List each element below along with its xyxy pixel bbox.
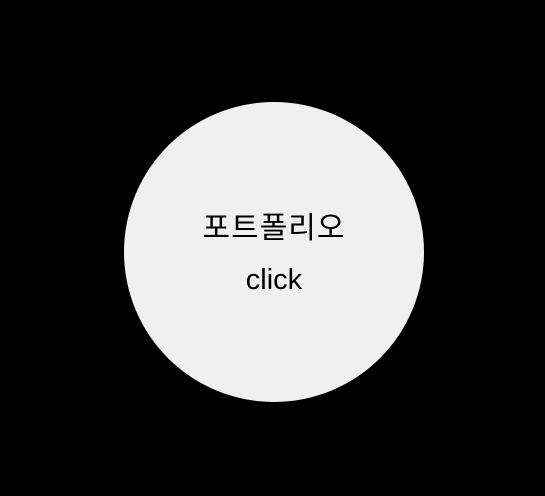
portfolio-title: 포트폴리오 (202, 211, 346, 246)
page-background: 포트폴리오 click (0, 0, 545, 496)
portfolio-button[interactable]: 포트폴리오 click (124, 102, 424, 402)
click-label: click (245, 264, 303, 296)
